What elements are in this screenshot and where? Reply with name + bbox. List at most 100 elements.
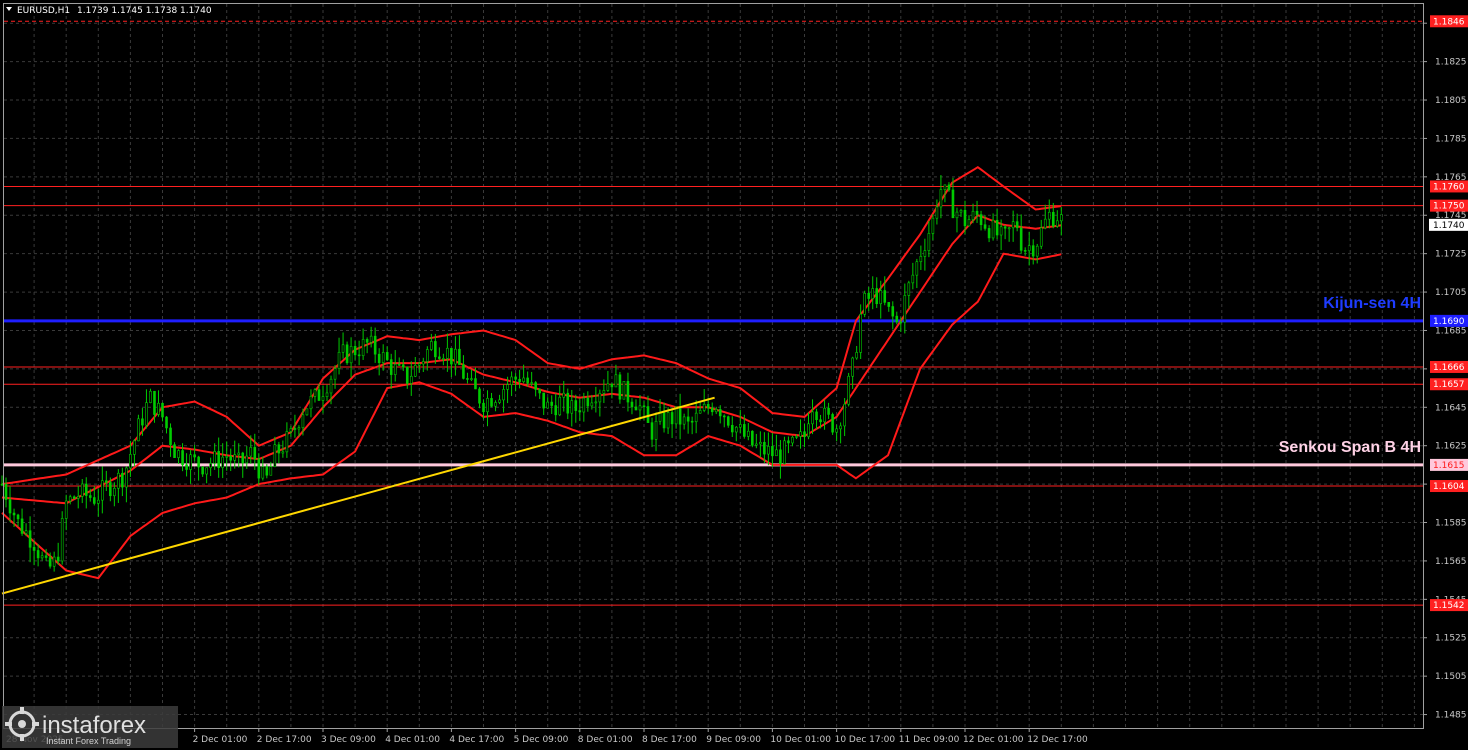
candle-body: [478, 388, 481, 404]
candle-body: [1035, 245, 1039, 257]
candle-body: [582, 397, 586, 413]
price-chart[interactable]: 1.14851.15051.15251.15451.15651.15851.16…: [0, 0, 1468, 750]
candle-body: [1051, 211, 1055, 227]
brand-name: instaforex: [42, 712, 146, 739]
candle-body: [357, 354, 361, 357]
candle-body: [771, 446, 774, 457]
candle-body: [999, 226, 1003, 236]
candle-body: [586, 397, 590, 407]
candle-body: [12, 512, 16, 516]
candle-body: [526, 377, 529, 384]
candle-body: [915, 261, 919, 276]
candle-body: [510, 376, 513, 385]
candle-body: [1031, 245, 1035, 257]
candle-body: [365, 339, 369, 343]
candle-body: [694, 412, 698, 423]
price-tick-label: 1.1725: [1435, 250, 1467, 260]
candle-body: [558, 396, 562, 416]
candle-body: [64, 500, 68, 519]
price-tick-label: 1.1685: [1435, 326, 1467, 336]
price-tick-label: 1.1585: [1435, 519, 1467, 529]
candle-body: [16, 514, 20, 520]
candle-body: [105, 480, 108, 483]
candle-body: [325, 392, 329, 397]
candle-body: [265, 466, 269, 476]
candle-body: [60, 518, 64, 562]
candle-body: [775, 449, 778, 457]
time-tick-label: 12 Dec 01:00: [963, 735, 1024, 745]
candle-body: [76, 496, 80, 499]
candle-body: [141, 418, 144, 426]
price-tick-label: 1.1565: [1435, 557, 1467, 567]
candle-body: [233, 454, 237, 461]
candle-body: [397, 363, 401, 366]
candle-body: [121, 472, 124, 488]
candle-body: [165, 416, 168, 429]
candle-body: [113, 487, 116, 497]
candle-body: [430, 341, 433, 350]
candle-body: [273, 444, 277, 467]
candle-body: [602, 390, 606, 394]
candle-body: [197, 456, 200, 468]
candle-body: [955, 211, 959, 219]
candle-body: [389, 359, 393, 375]
price-tick-label: 1.1625: [1435, 442, 1467, 452]
candle-body: [851, 357, 854, 377]
candle-body: [409, 375, 413, 384]
candle-body: [562, 392, 566, 398]
candle-body: [474, 378, 477, 390]
candle-body: [405, 366, 409, 384]
candle-body: [506, 384, 509, 390]
candle-body: [454, 348, 457, 365]
candle-body: [594, 401, 598, 404]
candle-body: [329, 378, 333, 394]
candle-body: [767, 446, 770, 455]
candle-body: [662, 412, 666, 429]
candle-body: [101, 480, 104, 501]
candle-body: [751, 430, 754, 446]
candle-body: [422, 361, 425, 365]
candle-body: [827, 407, 830, 415]
candle-body: [337, 351, 341, 369]
candle-body: [277, 444, 281, 454]
candle-body: [28, 530, 32, 548]
brand-tagline: Instant Forex Trading: [46, 736, 131, 746]
candle-body: [590, 402, 594, 407]
candle-body: [895, 315, 899, 323]
time-tick-label: 4 Dec 17:00: [449, 735, 504, 745]
candle-body: [618, 374, 622, 400]
candle-body: [32, 546, 36, 551]
candle-body: [787, 440, 790, 444]
candle-body: [803, 431, 806, 438]
candle-body: [614, 374, 618, 388]
candle-body: [698, 410, 702, 414]
time-tick-label: 9 Dec 09:00: [706, 735, 761, 745]
candle-body: [967, 219, 971, 227]
level-label: 1.1846: [1433, 17, 1465, 27]
candle-body: [40, 555, 44, 559]
candle-body: [931, 217, 935, 234]
candle-body: [919, 256, 923, 263]
candle-body: [534, 382, 537, 390]
candle-body: [763, 441, 766, 455]
candle-body: [738, 424, 742, 428]
candle-body: [169, 427, 172, 446]
candle-body: [678, 406, 682, 425]
candle-body: [859, 313, 862, 353]
candle-body: [361, 339, 365, 357]
candle-body: [923, 250, 927, 257]
candle-body: [546, 401, 550, 409]
time-tick-label: 10 Dec 17:00: [835, 735, 896, 745]
candle-body: [755, 443, 758, 446]
candle-body: [791, 436, 794, 444]
candle-body: [458, 348, 461, 365]
candle-body: [743, 424, 746, 437]
candle-body: [201, 466, 204, 475]
price-tick-label: 1.1645: [1435, 403, 1467, 413]
candle-body: [149, 390, 152, 403]
senkou-annotation: Senkou Span B 4H: [1279, 439, 1421, 456]
candle-body: [253, 447, 257, 460]
candle-body: [855, 352, 858, 359]
candle-body: [658, 412, 662, 422]
candle-body: [466, 378, 469, 380]
